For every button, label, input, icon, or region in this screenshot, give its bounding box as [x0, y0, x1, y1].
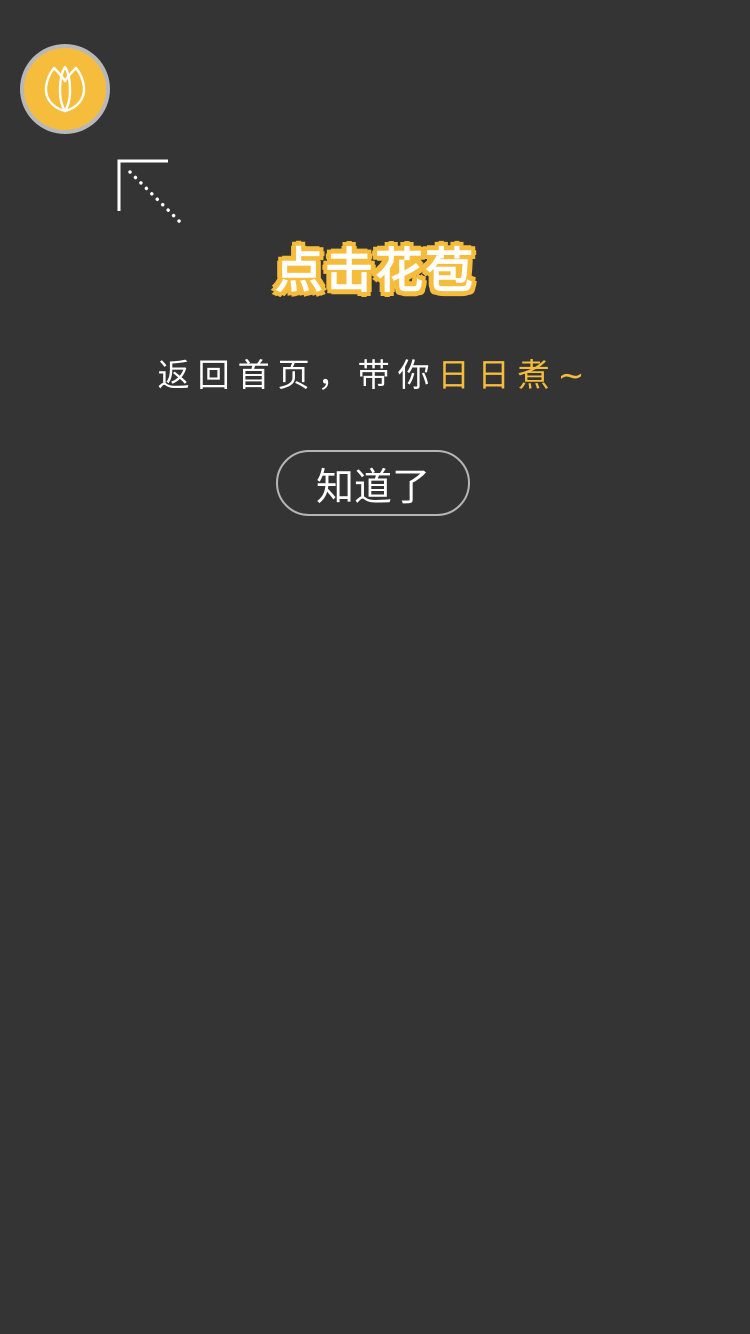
flower-bud-inner [24, 48, 106, 130]
dotted-arrow-up-left-icon [116, 158, 188, 234]
tip-subline-text: 返回首页，带你 [157, 356, 438, 394]
flower-bud-button[interactable] [20, 44, 110, 134]
tip-headline: 点击花苞 [274, 243, 475, 299]
got-it-button[interactable]: 知道了 [276, 450, 470, 516]
tip-subline-brand: 日日煮~ [437, 356, 593, 394]
tip-subline: 返回首页，带你日日煮~ [0, 352, 750, 398]
tulip-bud-icon [40, 61, 90, 117]
